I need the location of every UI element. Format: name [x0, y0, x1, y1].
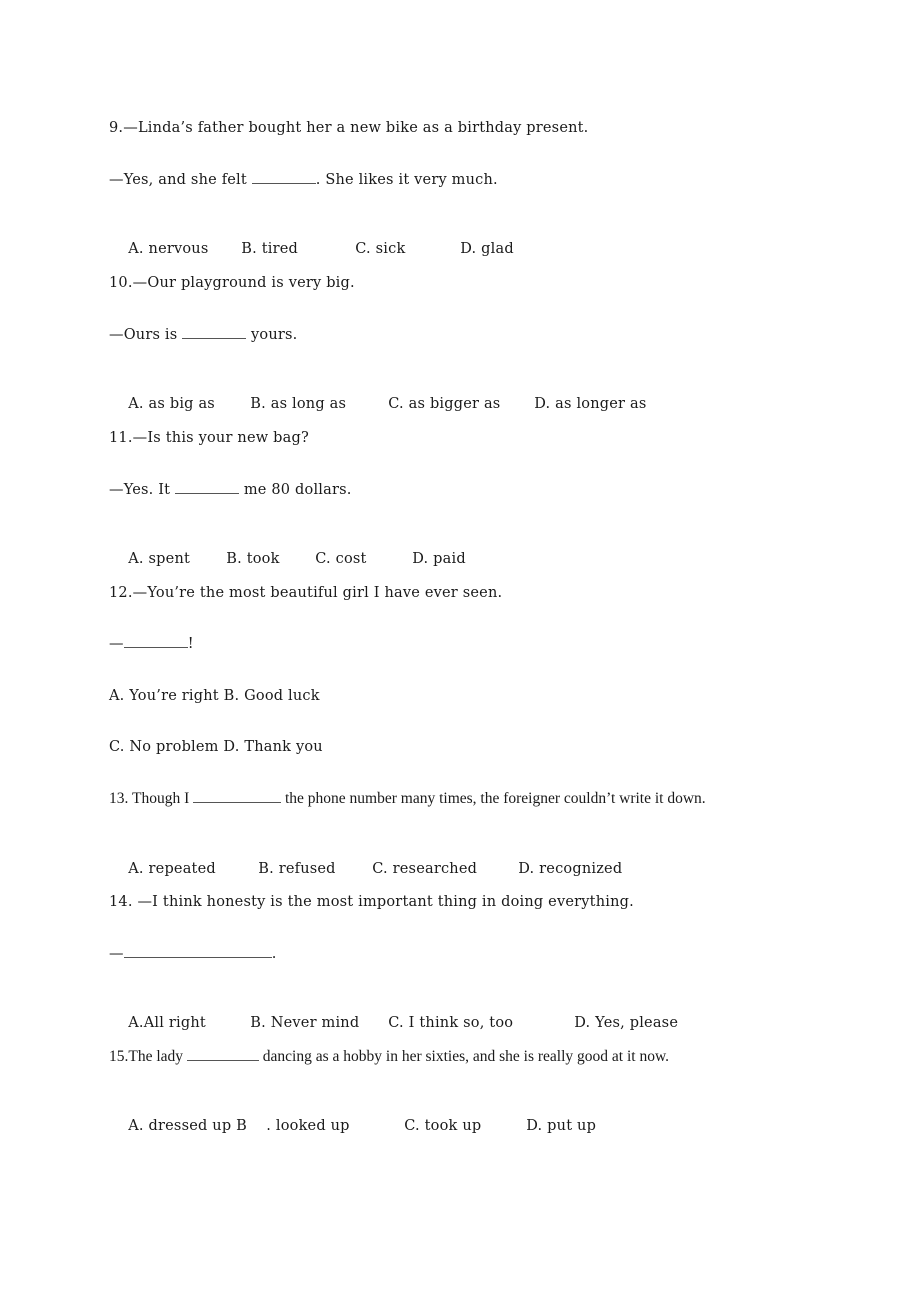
option-c[interactable]: C. cost [315, 550, 412, 568]
response-text: . [271, 946, 277, 962]
response-text: —Yes, and she felt [109, 172, 252, 188]
option-c[interactable]: C. I think so, too [388, 1014, 574, 1032]
question-10-response: —Ours is yours. [109, 326, 297, 344]
question-10-prompt: 10.—Our playground is very big. [109, 274, 355, 292]
question-number: 9. [109, 120, 124, 136]
question-text: Though I [128, 790, 194, 807]
question-text: —I think honesty is the most important t… [132, 894, 634, 910]
option-a[interactable]: A. repeated [128, 860, 258, 878]
question-text: —Is this your new bag? [132, 430, 309, 446]
option-c[interactable]: C. as bigger as [388, 395, 534, 413]
answer-blank[interactable] [186, 1048, 259, 1061]
question-9-prompt: 9.—Linda’s father bought her a new bike … [109, 119, 588, 137]
answer-blank[interactable] [123, 635, 188, 648]
response-text: — [109, 946, 124, 962]
response-text: . She likes it very much. [315, 172, 498, 188]
option-b[interactable]: B. as long as [250, 395, 388, 413]
question-13-prompt: 13. Though I the phone number many times… [109, 790, 706, 808]
document-page: 9.—Linda’s father bought her a new bike … [0, 0, 920, 1302]
question-15-prompt: 15.The lady dancing as a hobby in her si… [109, 1048, 669, 1066]
option-d[interactable]: D. as longer as [534, 395, 646, 413]
option-b[interactable]: B. tired [241, 240, 355, 258]
option-b[interactable]: B. took [226, 550, 315, 568]
response-text: ! [187, 636, 194, 652]
response-text: — [109, 636, 124, 652]
answer-blank[interactable] [182, 326, 247, 339]
option-c[interactable]: C. took up [404, 1117, 526, 1135]
question-number: 15. [109, 1048, 129, 1065]
question-12-response: —! [109, 635, 194, 653]
option-d[interactable]: D. glad [460, 240, 514, 258]
question-14-response: —. [109, 945, 277, 963]
option-c[interactable]: C. researched [372, 860, 518, 878]
option-c[interactable]: C. sick [355, 240, 460, 258]
question-number: 11. [109, 430, 133, 446]
response-text: —Ours is [109, 327, 183, 343]
question-15-options: A. dressed up B. looked up C. took up D. p… [109, 1099, 596, 1153]
option-b[interactable]: . looked up [266, 1117, 404, 1135]
option-a[interactable]: A.All right [128, 1014, 250, 1032]
answer-blank[interactable] [193, 790, 282, 803]
option-b[interactable]: B. Never mind [250, 1014, 388, 1032]
question-14-options: A.All right B. Never mind C. I think so, t… [109, 996, 678, 1050]
question-12-options-row-1[interactable]: A. You’re right B. Good luck [109, 687, 320, 705]
question-11-options: A. spent B. took C. cost D. paid [109, 532, 466, 586]
response-text: yours. [246, 327, 298, 343]
question-9-response: —Yes, and she felt . She likes it very m… [109, 171, 498, 189]
option-a[interactable]: A. spent [128, 550, 226, 568]
question-9-options: A. nervous B. tired C. sick D. glad [109, 222, 514, 276]
question-number: 13. [109, 790, 129, 807]
option-a[interactable]: A. nervous [128, 240, 241, 258]
option-d[interactable]: D. put up [526, 1117, 596, 1135]
answer-blank[interactable] [251, 171, 316, 184]
question-11-response: —Yes. It me 80 dollars. [109, 481, 352, 499]
question-text: —You’re the most beautiful girl I have e… [132, 585, 503, 601]
question-12-options-row-2[interactable]: C. No problem D. Thank you [109, 738, 323, 756]
question-number: 12. [109, 585, 133, 601]
question-11-prompt: 11.—Is this your new bag? [109, 429, 309, 447]
option-a[interactable]: A. dressed up B [128, 1117, 266, 1135]
option-d[interactable]: D. recognized [518, 860, 622, 878]
question-number: 14. [109, 894, 133, 910]
question-14-prompt: 14. —I think honesty is the most importa… [109, 893, 634, 911]
response-text: me 80 dollars. [239, 482, 352, 498]
response-text: —Yes. It [109, 482, 176, 498]
question-text: —Linda’s father bought her a new bike as… [123, 120, 589, 136]
question-text: The lady [128, 1048, 187, 1065]
question-text: —Our playground is very big. [132, 275, 355, 291]
option-d[interactable]: D. Yes, please [574, 1014, 678, 1032]
option-d[interactable]: D. paid [412, 550, 466, 568]
option-a[interactable]: A. as big as [128, 395, 250, 413]
question-number: 10. [109, 275, 133, 291]
option-b[interactable]: B. refused [258, 860, 372, 878]
question-13-options: A. repeated B. refused C. researched D. rec… [109, 842, 622, 896]
question-text: the phone number many times, the foreign… [281, 790, 706, 807]
answer-blank[interactable] [123, 945, 272, 958]
question-12-prompt: 12.—You’re the most beautiful girl I hav… [109, 584, 502, 602]
question-text: dancing as a hobby in her sixties, and s… [258, 1048, 670, 1065]
answer-blank[interactable] [175, 481, 240, 494]
question-10-options: A. as big as B. as long as C. as bigger as… [109, 377, 646, 431]
